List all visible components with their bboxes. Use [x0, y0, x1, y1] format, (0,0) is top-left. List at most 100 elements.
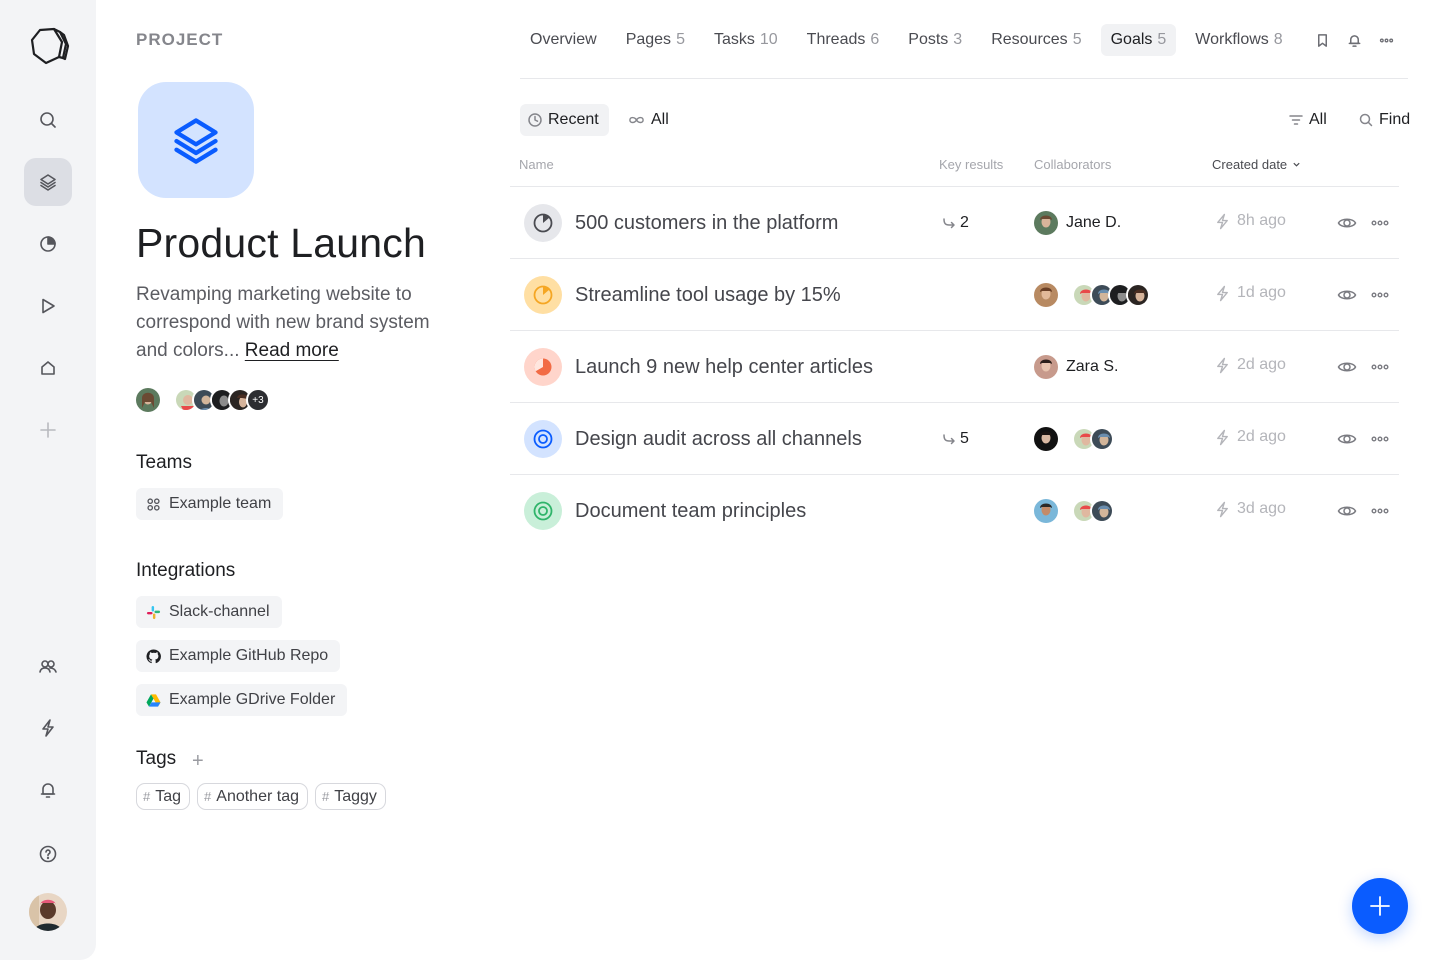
- more-button[interactable]: [1376, 24, 1396, 56]
- row-more-button[interactable]: [1370, 501, 1390, 521]
- read-more-link[interactable]: Read more: [245, 340, 339, 361]
- column-header-created-date[interactable]: Created date: [1212, 157, 1301, 172]
- tab-pages[interactable]: Pages 5: [616, 24, 695, 56]
- rail-search-button[interactable]: [24, 96, 72, 144]
- eye-icon: [1337, 218, 1357, 228]
- lightning-icon: [1217, 285, 1228, 301]
- rail-add-button[interactable]: [24, 406, 72, 454]
- goal-row[interactable]: Launch 9 new help center articles Zara S.…: [510, 331, 1399, 403]
- subitem-arrow-icon: [943, 434, 955, 445]
- tab-count: 5: [1072, 31, 1082, 48]
- collaborators[interactable]: [1034, 427, 1114, 451]
- project-title: Product Launch: [136, 220, 427, 266]
- filter-recent[interactable]: Recent: [520, 104, 609, 136]
- goal-row[interactable]: Design audit across all channels 5 2d ago: [510, 403, 1399, 475]
- column-header-name[interactable]: Name: [519, 157, 554, 172]
- tab-overview[interactable]: Overview: [520, 24, 607, 56]
- watch-button[interactable]: [1337, 357, 1359, 377]
- rail-projects-button[interactable]: [24, 158, 72, 206]
- column-header-key-results[interactable]: Key results: [939, 157, 1003, 172]
- filter-all[interactable]: All: [620, 104, 679, 136]
- bookmark-button[interactable]: [1312, 24, 1332, 56]
- rail-activity-button[interactable]: [24, 704, 72, 752]
- rail-play-button[interactable]: [24, 282, 72, 330]
- member-avatar-stack[interactable]: +3: [174, 388, 270, 412]
- watch-button[interactable]: [1337, 429, 1359, 449]
- help-icon: [39, 845, 57, 863]
- tab-workflows[interactable]: Workflows 8: [1185, 24, 1292, 56]
- tab-tasks[interactable]: Tasks 10: [704, 24, 788, 56]
- slack-icon: [146, 605, 161, 619]
- tab-resources[interactable]: Resources 5: [981, 24, 1091, 56]
- collaborators[interactable]: Jane D.: [1034, 211, 1121, 235]
- tag-chip[interactable]: # Taggy: [315, 783, 386, 810]
- integration-github[interactable]: Example GitHub Repo: [136, 640, 341, 672]
- eye-icon: [1337, 290, 1357, 300]
- rail-home-button[interactable]: [24, 344, 72, 392]
- watch-button[interactable]: [1337, 501, 1359, 521]
- watch-button[interactable]: [1337, 285, 1359, 305]
- row-more-button[interactable]: [1370, 357, 1390, 377]
- integration-slack[interactable]: Slack-channel: [136, 596, 282, 628]
- goal-name[interactable]: Document team principles: [575, 500, 806, 523]
- row-more-button[interactable]: [1370, 213, 1390, 233]
- integrations-heading: Integrations: [136, 560, 236, 581]
- add-tag-button[interactable]: +: [192, 750, 204, 773]
- owner-avatar: [1034, 211, 1058, 235]
- teams-heading: Teams: [136, 452, 192, 473]
- tab-goals[interactable]: Goals 5: [1100, 24, 1177, 56]
- row-more-button[interactable]: [1370, 429, 1390, 449]
- goal-name[interactable]: Streamline tool usage by 15%: [575, 284, 841, 307]
- search-icon: [1359, 113, 1373, 127]
- collaborators[interactable]: [1034, 499, 1114, 523]
- goal-name[interactable]: Launch 9 new help center articles: [575, 356, 873, 379]
- goal-status: [524, 420, 562, 458]
- find-button[interactable]: Find: [1351, 104, 1420, 136]
- goal-row[interactable]: Streamline tool usage by 15% +3 1d ago: [510, 259, 1399, 331]
- team-chip[interactable]: Example team: [136, 488, 284, 520]
- tab-threads[interactable]: Threads 6: [797, 24, 890, 56]
- tab-count: 3: [953, 31, 963, 48]
- goal-name[interactable]: 500 customers in the platform: [575, 212, 838, 235]
- goal-name[interactable]: Design audit across all channels: [575, 428, 862, 451]
- key-results[interactable]: 2: [942, 214, 969, 232]
- rail-help-button[interactable]: [24, 830, 72, 878]
- lightning-icon: [1217, 501, 1228, 517]
- owner-avatar[interactable]: [136, 388, 160, 412]
- tab-posts[interactable]: Posts 3: [898, 24, 972, 56]
- user-avatar[interactable]: [29, 893, 67, 931]
- collaborator-avatar-stack: [1072, 499, 1114, 523]
- goal-row[interactable]: Document team principles 3d ago: [510, 475, 1399, 547]
- goal-row[interactable]: 500 customers in the platform 2 Jane D. 8h …: [510, 187, 1399, 259]
- integration-label: Slack-channel: [169, 603, 270, 620]
- row-more-button[interactable]: [1370, 285, 1390, 305]
- notifications-button[interactable]: [1344, 24, 1364, 56]
- integration-gdrive[interactable]: Example GDrive Folder: [136, 684, 348, 716]
- owner-avatar: [1034, 499, 1058, 523]
- collaborators[interactable]: Zara S.: [1034, 355, 1118, 379]
- github-icon: [146, 648, 161, 663]
- rail-notifications-button[interactable]: [24, 766, 72, 814]
- rail-people-button[interactable]: [24, 642, 72, 690]
- layers-icon: [174, 118, 218, 164]
- app-logo-icon[interactable]: [26, 24, 70, 68]
- play-icon: [42, 298, 55, 314]
- more-horizontal-icon: [1371, 436, 1389, 442]
- rail-goals-button[interactable]: [24, 220, 72, 268]
- tag-label: Tag: [155, 787, 182, 805]
- filter-menu-button[interactable]: All: [1281, 104, 1337, 136]
- tab-count: 10: [759, 31, 778, 48]
- tab-label: Posts: [908, 31, 949, 48]
- key-results[interactable]: 5: [942, 430, 969, 448]
- collaborators[interactable]: +3: [1034, 283, 1150, 307]
- created-date-text: 3d ago: [1237, 500, 1286, 517]
- goal-status: [524, 204, 562, 242]
- column-header-collaborators[interactable]: Collaborators: [1034, 157, 1111, 172]
- owner-avatar: [1034, 427, 1058, 451]
- find-label: Find: [1379, 111, 1411, 128]
- tag-chip[interactable]: # Another tag: [197, 783, 308, 810]
- watch-button[interactable]: [1337, 213, 1359, 233]
- create-goal-button[interactable]: [1352, 878, 1408, 934]
- tag-chip[interactable]: # Tag: [136, 783, 191, 810]
- target-icon: [533, 501, 553, 521]
